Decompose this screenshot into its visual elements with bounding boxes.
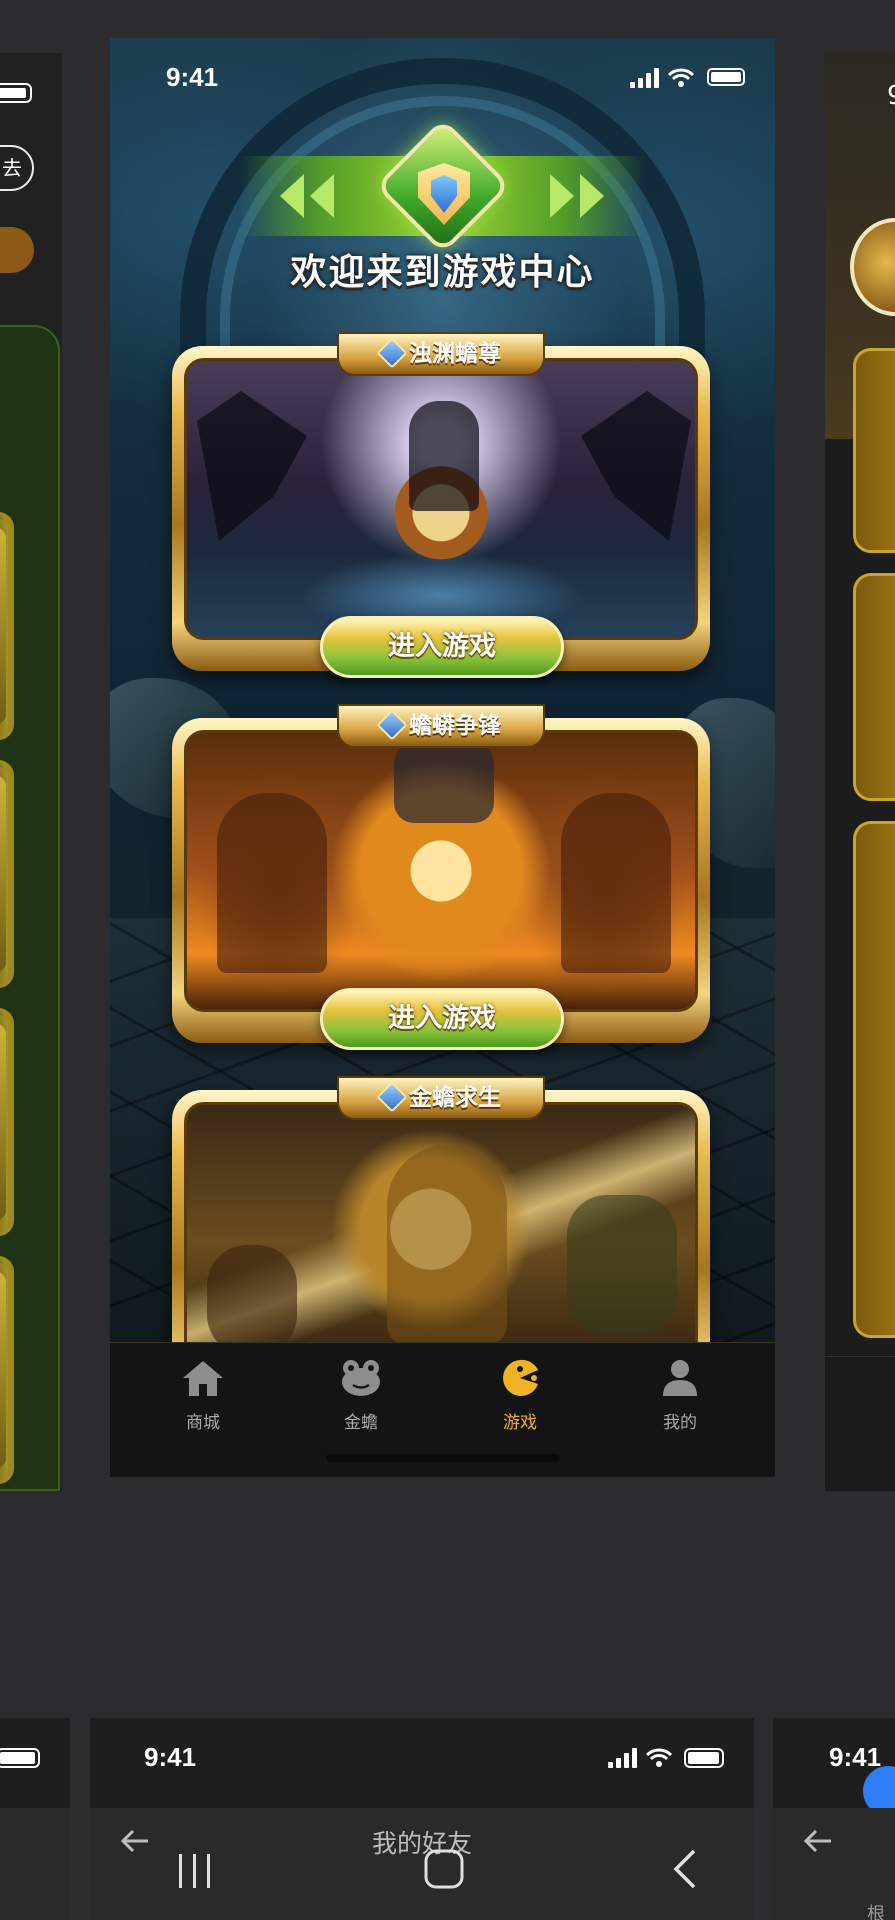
crossed-swords-icon [376, 1081, 408, 1113]
status-time: 9:41 [166, 62, 219, 92]
page-title: 欢迎来到游戏中心 [290, 252, 595, 293]
chevron-left-icon [280, 174, 304, 218]
right-status-time: 9 [887, 81, 895, 111]
left-gold-card[interactable] [0, 512, 14, 740]
game-artwork [184, 358, 698, 640]
right-preview-panel: 9 我 邀 好 0 好 常 [825, 53, 895, 1491]
home-indicator [326, 1454, 560, 1462]
battery-icon [684, 1748, 724, 1768]
crossed-swords-icon [376, 337, 408, 369]
nav-row [0, 1808, 70, 1920]
friends-screen-preview: 9:41 我的好友 [90, 1718, 754, 1920]
left-coin-pill [0, 227, 34, 273]
right-card[interactable]: 我 [853, 348, 895, 553]
game-title: 蟾蟒争锋 [337, 704, 545, 748]
right-card[interactable]: 邀 好 0 好 [853, 573, 895, 801]
left-pill-button[interactable]: 去 [0, 145, 34, 191]
wifi-icon [668, 68, 694, 87]
battery-icon [0, 1748, 40, 1768]
tab-shop[interactable]: 商城 [143, 1358, 263, 1438]
back-arrow-icon[interactable] [803, 1828, 833, 1854]
right-tab-bar [825, 1356, 895, 1491]
signal-icon [630, 68, 660, 88]
enter-game-button-1[interactable]: 进入游戏 [320, 616, 564, 678]
left-gold-card[interactable] [0, 760, 14, 988]
game-title: 浊渊蟾尊 [337, 332, 545, 376]
left-gold-card[interactable] [0, 1256, 14, 1484]
back-chevron-icon[interactable] [670, 1848, 700, 1890]
tab-profile[interactable]: 我的 [620, 1358, 740, 1438]
game-artwork [184, 730, 698, 1012]
hint-text: 根据 [867, 1904, 885, 1920]
signal-icon [608, 1748, 638, 1768]
tab-label: 金蟾 [344, 1413, 378, 1433]
bottom-right-preview: 9:41 根据 [773, 1718, 895, 1920]
tab-label: 商城 [186, 1413, 220, 1433]
game-title: 金蟾求生 [337, 1076, 545, 1120]
enter-game-button-2[interactable]: 进入游戏 [320, 988, 564, 1050]
left-gold-card[interactable] [0, 1008, 14, 1236]
home-button-icon[interactable] [423, 1848, 465, 1890]
nav-row: 根据 [773, 1808, 895, 1920]
chevron-right-icon [580, 174, 604, 218]
tab-games[interactable]: 游戏 [460, 1358, 580, 1438]
tab-toad[interactable]: 金蟾 [301, 1358, 421, 1438]
right-card[interactable]: 常 [853, 821, 895, 1338]
home-icon [183, 1361, 223, 1396]
status-time: 9:41 [144, 1742, 197, 1772]
crossed-swords-icon [376, 709, 408, 741]
recent-apps-icon[interactable] [175, 1852, 215, 1890]
wifi-icon [646, 1748, 672, 1767]
battery-icon [707, 68, 745, 86]
tab-label: 游戏 [503, 1413, 537, 1433]
game-center-screen: 9:41 欢迎来到游戏中心 浊渊蟾尊 进入游戏 蟾蟒争锋 进入游戏 金蟾求生 商… [110, 38, 775, 1477]
battery-icon [0, 83, 32, 103]
frog-icon [342, 1360, 380, 1396]
status-bar: 9:41 [110, 38, 775, 118]
left-preview-panel: 去 [0, 53, 62, 1491]
tab-label: 我的 [663, 1413, 697, 1433]
person-icon [663, 1360, 697, 1396]
chevron-left-icon [310, 174, 334, 218]
left-green-panel [0, 325, 60, 1491]
status-time: 9:41 [829, 1742, 882, 1772]
chevron-right-icon [550, 174, 574, 218]
nav-row: 我的好友 [90, 1808, 754, 1920]
game-icon [503, 1359, 538, 1396]
bottom-left-preview [0, 1718, 70, 1920]
